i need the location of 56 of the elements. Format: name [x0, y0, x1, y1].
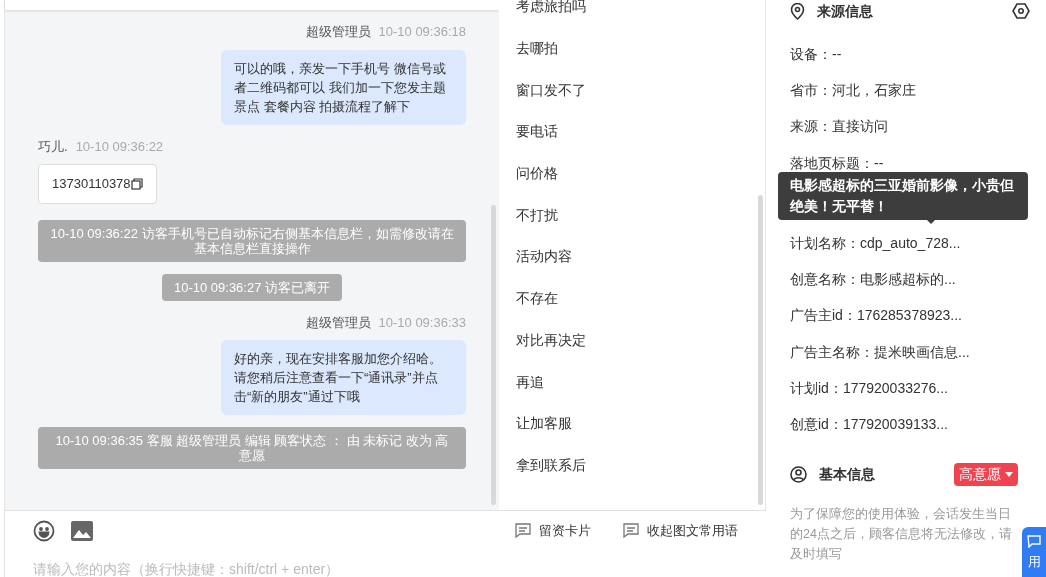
info-row-text: 落地页标题：--	[790, 153, 884, 173]
info-row-text: 创意名称：电影感超标的...	[790, 270, 956, 290]
info-row-text: 广告主id：176285378923...	[790, 306, 962, 326]
system-notice: 10-10 09:36:22 访客手机号已自动标记右侧基本信息栏，如需修改请在基本信息栏直接操作	[38, 219, 466, 262]
system-notice: 10-10 09:36:27 访客已离开	[161, 273, 343, 301]
info-row-text: 计划id：177920033276...	[790, 379, 948, 398]
scrollbar[interactable]	[758, 195, 763, 505]
info-row-text: 创意id：177920039133...	[790, 415, 948, 435]
message-bubble: 13730110378	[38, 164, 157, 204]
message-icon	[623, 523, 639, 538]
info-row-text: 计划名称：cdp_auto_728...	[790, 233, 961, 253]
tooltip-pointer-icon	[926, 219, 936, 224]
message-bubble: 好的亲，现在安排客服加您介绍哈。请您稍后注意查看一下“通讯录”并点击“新的朋友”通过下哦	[221, 340, 466, 415]
message-input[interactable]: 请输入您的内容（换行快捷键：shift/ctrl + enter）	[33, 561, 738, 577]
sender-name: 超级管理员	[305, 23, 371, 41]
scrollbar[interactable]	[491, 205, 496, 505]
info-row-text: 设备：--	[790, 44, 842, 64]
phrase-item[interactable]: 问价格	[499, 152, 765, 195]
phrase-item[interactable]: 去哪拍	[499, 27, 765, 70]
phrase-item[interactable]: 对比再决定	[499, 319, 765, 362]
phrase-item[interactable]: 活动内容	[499, 236, 765, 278]
image-icon[interactable]	[71, 520, 93, 541]
location-icon	[790, 2, 805, 20]
chat-icon	[1027, 535, 1041, 548]
user-icon	[790, 465, 807, 483]
info-row-text: 广告主名称：提米映画信息...	[790, 342, 970, 362]
info-note: 为了保障您的使用体验，会话发生当日的24点之后，顾客信息将无法修改，请及时填写	[790, 505, 1013, 563]
message-icon	[515, 523, 531, 538]
phrase-item[interactable]: 让加客服	[499, 402, 765, 445]
phrase-item[interactable]: 窗口发不了	[499, 69, 765, 112]
phrase-item[interactable]: 不打扰	[499, 194, 765, 237]
toolbar-button[interactable]: 收起图文常用语	[623, 520, 738, 541]
message-time: 10-10 09:36:33	[378, 313, 466, 332]
phrase-item[interactable]: 要电话	[499, 111, 765, 153]
sender-name: 超级管理员	[305, 313, 371, 332]
message-time: 10-10 09:36:18	[378, 23, 466, 41]
settings-icon[interactable]	[1012, 3, 1030, 19]
phrase-item[interactable]: 考虑旅拍吗	[499, 0, 765, 28]
caret-icon	[1005, 471, 1013, 477]
float-button[interactable]: 用	[1022, 527, 1046, 577]
phrase-item[interactable]: 再追	[499, 361, 765, 403]
emoji-icon[interactable]	[33, 519, 55, 542]
phrase-item[interactable]: 不存在	[499, 277, 765, 320]
toolbar-button[interactable]: 留资卡片	[515, 520, 591, 541]
phrase-item[interactable]: 拿到联系后	[499, 444, 765, 487]
sender-name: 巧儿.	[38, 137, 68, 156]
tooltip: 电影感超标的三亚婚前影像，小贵但绝美！无平替！	[778, 172, 1028, 220]
message-bubble: 可以的哦，亲发一下手机号 微信号或者二维码都可以 我们加一下您发主题景点 套餐内容 拍摄流程了解下	[221, 49, 466, 125]
system-notice: 10-10 09:36:35 客服 超级管理员 编辑 顾客状态 ： 由 未标记 改为 高意愿	[38, 427, 466, 469]
message-time: 10-10 09:36:22	[75, 137, 164, 156]
section-title: 基本信息	[819, 464, 875, 484]
copy-icon[interactable]	[130, 177, 143, 190]
status-dropdown[interactable]: 高意愿	[954, 462, 1018, 486]
info-row-text: 来源：直接访问	[790, 117, 888, 137]
info-row-text: 省市：河北，石家庄	[790, 80, 916, 100]
section-title: 来源信息	[817, 1, 873, 21]
